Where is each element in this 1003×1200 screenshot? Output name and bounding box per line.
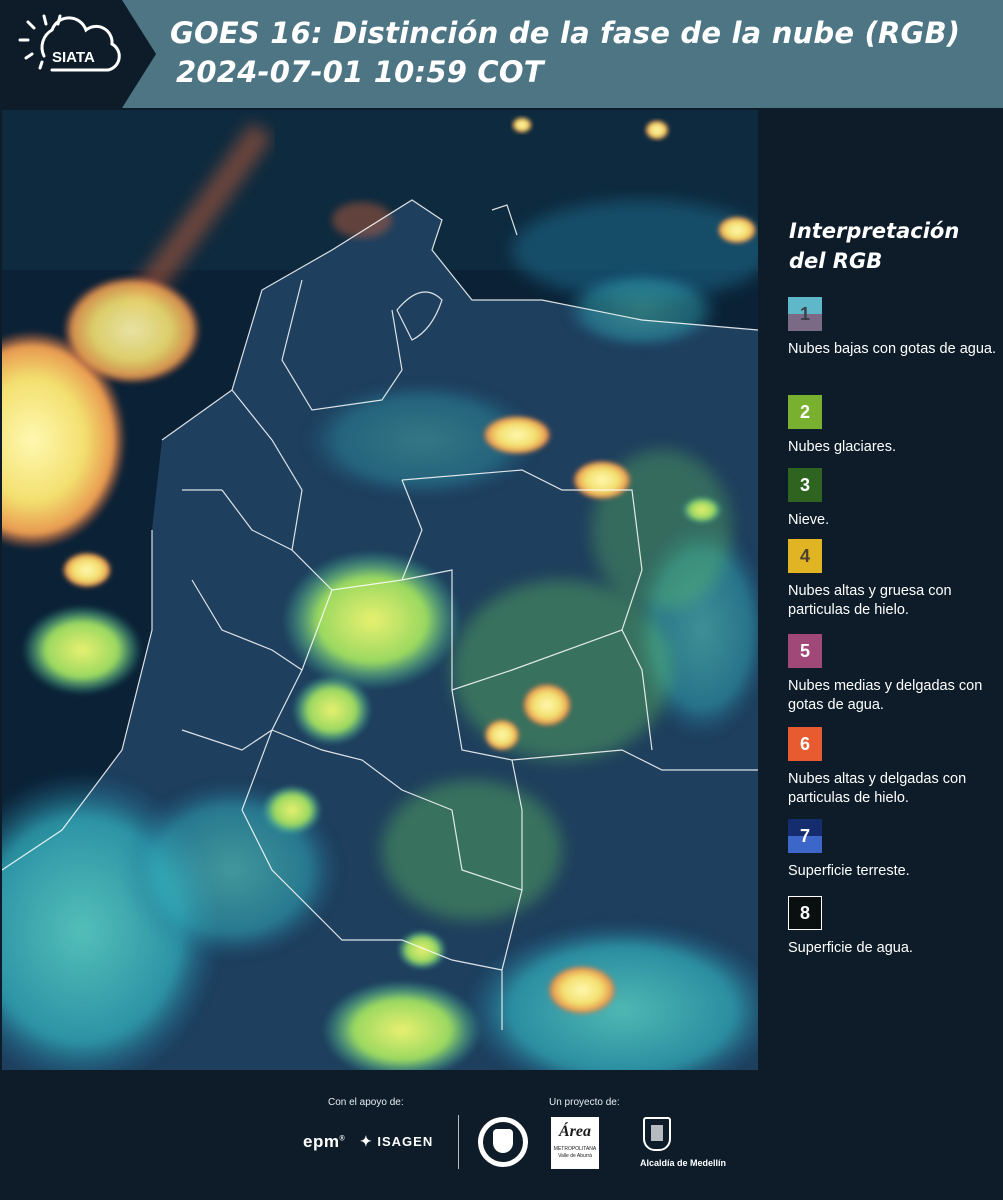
legend-item-4: 4 Nubes altas y gruesa con particulas de… xyxy=(788,539,998,620)
page-title: GOES 16: Distinción de la fase de la nub… xyxy=(170,16,961,50)
header-bar: SIATA GOES 16: Distinción de la fase de … xyxy=(0,0,1003,108)
legend-number-1: 1 xyxy=(799,303,810,324)
legend-number-4: 4 xyxy=(799,545,810,566)
isagen-icon: ✦ xyxy=(360,1133,373,1149)
alcaldia-shield-inner xyxy=(651,1125,663,1141)
legend-label-1: Nubes bajas con gotas de agua. xyxy=(788,341,996,357)
legend-item-7: 7 Superficie terreste. xyxy=(788,819,998,881)
legend-number-7: 7 xyxy=(799,825,810,846)
legend-label-2: Nubes glaciares. xyxy=(788,439,896,455)
legend-swatch-6: 6 xyxy=(788,727,822,761)
legend-label-5: Nubes medias y delgadas con gotas de agu… xyxy=(788,678,983,713)
legend-number-5: 5 xyxy=(799,640,810,661)
legend-label-8: Superficie de agua. xyxy=(788,940,913,956)
epm-logo-text: epm xyxy=(303,1132,340,1151)
footer-divider xyxy=(458,1115,459,1169)
legend-label-4: Nubes altas y gruesa con particulas de h… xyxy=(788,583,952,618)
legend-label-3: Nieve. xyxy=(788,512,830,528)
epm-logo: epm® xyxy=(303,1132,346,1151)
legend-number-8: 8 xyxy=(799,902,810,923)
legend-item-6: 6 Nubes altas y delgadas con particulas … xyxy=(788,727,998,808)
area-logo-sub: METROPOLITANA xyxy=(553,1146,597,1152)
legend-number-3: 3 xyxy=(799,474,810,495)
legend-item-8: 8 Superficie de agua. xyxy=(788,896,998,958)
legend-item-2: 2 Nubes glaciares. xyxy=(788,395,998,457)
legend-swatch-4: 4 xyxy=(788,539,822,573)
alcaldia-text: Alcaldía de Medellín xyxy=(640,1158,727,1168)
legend-number-2: 2 xyxy=(799,401,810,422)
legend-number-6: 6 xyxy=(799,733,810,754)
legend-swatch-3: 3 xyxy=(788,468,822,502)
seal-logo xyxy=(478,1117,528,1167)
satellite-map xyxy=(2,110,758,1070)
legend-item-5: 5 Nubes medias y delgadas con gotas de a… xyxy=(788,634,998,715)
siata-logo: SIATA xyxy=(0,0,158,108)
legend-label-7: Superficie terreste. xyxy=(788,863,910,879)
seal-logo-emblem xyxy=(493,1129,513,1153)
area-metropolitana-logo: Área METROPOLITANA Valle de Aburrá xyxy=(551,1117,599,1169)
legend-label-6: Nubes altas y delgadas con particulas de… xyxy=(788,771,967,806)
legend-panel: Interpretación del RGB 1 Nubes bajas con… xyxy=(760,110,1003,1070)
legend-title-line2: del RGB xyxy=(789,249,883,273)
legend-swatch-1: 1 xyxy=(788,297,822,331)
legend-swatch-7: 7 xyxy=(788,819,822,853)
legend-item-1: 1 Nubes bajas con gotas de agua. xyxy=(788,297,998,359)
timestamp: 2024-07-01 10:59 COT xyxy=(176,55,544,89)
legend-swatch-2: 2 xyxy=(788,395,822,429)
legend-title: Interpretación del RGB xyxy=(789,216,989,276)
project-caption: Un proyecto de: xyxy=(549,1097,620,1108)
footer: Con el apoyo de: Un proyecto de: epm® ✦ … xyxy=(0,1070,1003,1200)
legend-swatch-5: 5 xyxy=(788,634,822,668)
isagen-logo: ✦ ISAGEN xyxy=(360,1133,433,1150)
isagen-logo-text: ISAGEN xyxy=(377,1134,434,1149)
area-logo-text: Área xyxy=(559,1123,591,1140)
siata-logo-text: SIATA xyxy=(52,49,95,66)
area-logo-sub2: Valle de Aburrá xyxy=(558,1153,592,1159)
legend-title-line1: Interpretación xyxy=(789,219,960,243)
alcaldia-shield-icon xyxy=(643,1117,671,1151)
support-caption: Con el apoyo de: xyxy=(328,1097,404,1108)
legend-item-3: 3 Nieve. xyxy=(788,468,998,530)
legend-swatch-8: 8 xyxy=(788,896,822,930)
